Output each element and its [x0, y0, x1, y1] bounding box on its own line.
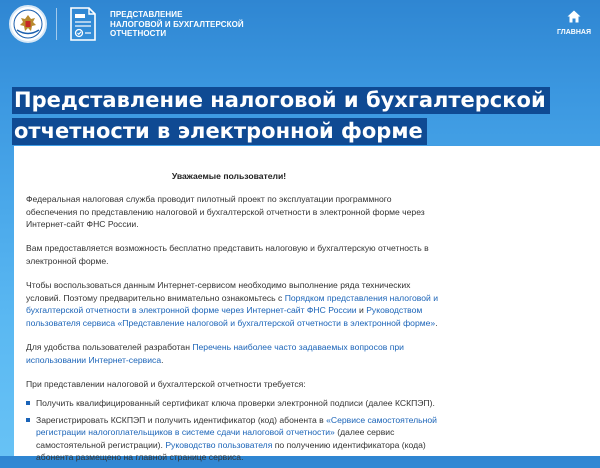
service-title[interactable]: ПРЕДСТАВЛЕНИЕ НАЛОГОВОЙ И БУХГАЛТЕРСКОЙ …	[110, 10, 250, 39]
paragraph-text: Для удобства пользователей разработан	[26, 342, 193, 352]
home-button[interactable]: ГЛАВНАЯ	[554, 10, 594, 36]
list-item: Зарегистрировать КСКПЭП и получить идент…	[26, 414, 444, 464]
paragraph-text: и	[356, 305, 367, 316]
faq-paragraph: Для удобства пользователей разработан Пе…	[26, 341, 444, 366]
intro-paragraph: Федеральная налоговая служба проводит пи…	[26, 194, 425, 230]
main-content: Уважаемые пользователи! Федеральная нало…	[14, 146, 600, 462]
technical-conditions-paragraph: Чтобы воспользоваться данным Интернет-се…	[26, 279, 444, 329]
requirements-list: Получить квалифицированный сертификат кл…	[26, 397, 444, 468]
home-icon	[567, 10, 581, 23]
service-title-line: ПРЕДСТАВЛЕНИЕ	[110, 10, 183, 19]
service-title-line: НАЛОГОВОЙ И БУХГАЛТЕРСКОЙ	[110, 19, 244, 29]
report-document-icon[interactable]	[68, 6, 98, 42]
page-title: Представление налоговой и бухгалтерской …	[12, 85, 592, 147]
greeting-heading: Уважаемые пользователи!	[171, 171, 287, 181]
site-header: ПРЕДСТАВЛЕНИЕ НАЛОГОВОЙ И БУХГАЛТЕРСКОЙ …	[0, 0, 600, 48]
registration-guide-link[interactable]: Руководство пользователя	[165, 440, 272, 450]
paragraph-text: .	[161, 354, 164, 365]
service-title-line: ОТЧЕТНОСТИ	[110, 29, 167, 38]
paragraph-text: .	[435, 317, 438, 328]
home-label: ГЛАВНАЯ	[557, 29, 591, 36]
requirements-paragraph: При представлении налоговой и бухгалтерс…	[26, 379, 306, 389]
fns-emblem-icon[interactable]	[9, 5, 47, 43]
header-divider	[56, 8, 57, 40]
list-item: Получить квалифицированный сертификат кл…	[26, 397, 444, 410]
list-item-text: Получить квалифицированный сертификат кл…	[36, 398, 435, 408]
list-item-text: Зарегистрировать КСКПЭП и получить идент…	[36, 414, 327, 425]
opportunity-paragraph: Вам предоставляется возможность бесплатн…	[26, 243, 429, 266]
page-title-text: Представление налоговой и бухгалтерской …	[12, 87, 550, 145]
